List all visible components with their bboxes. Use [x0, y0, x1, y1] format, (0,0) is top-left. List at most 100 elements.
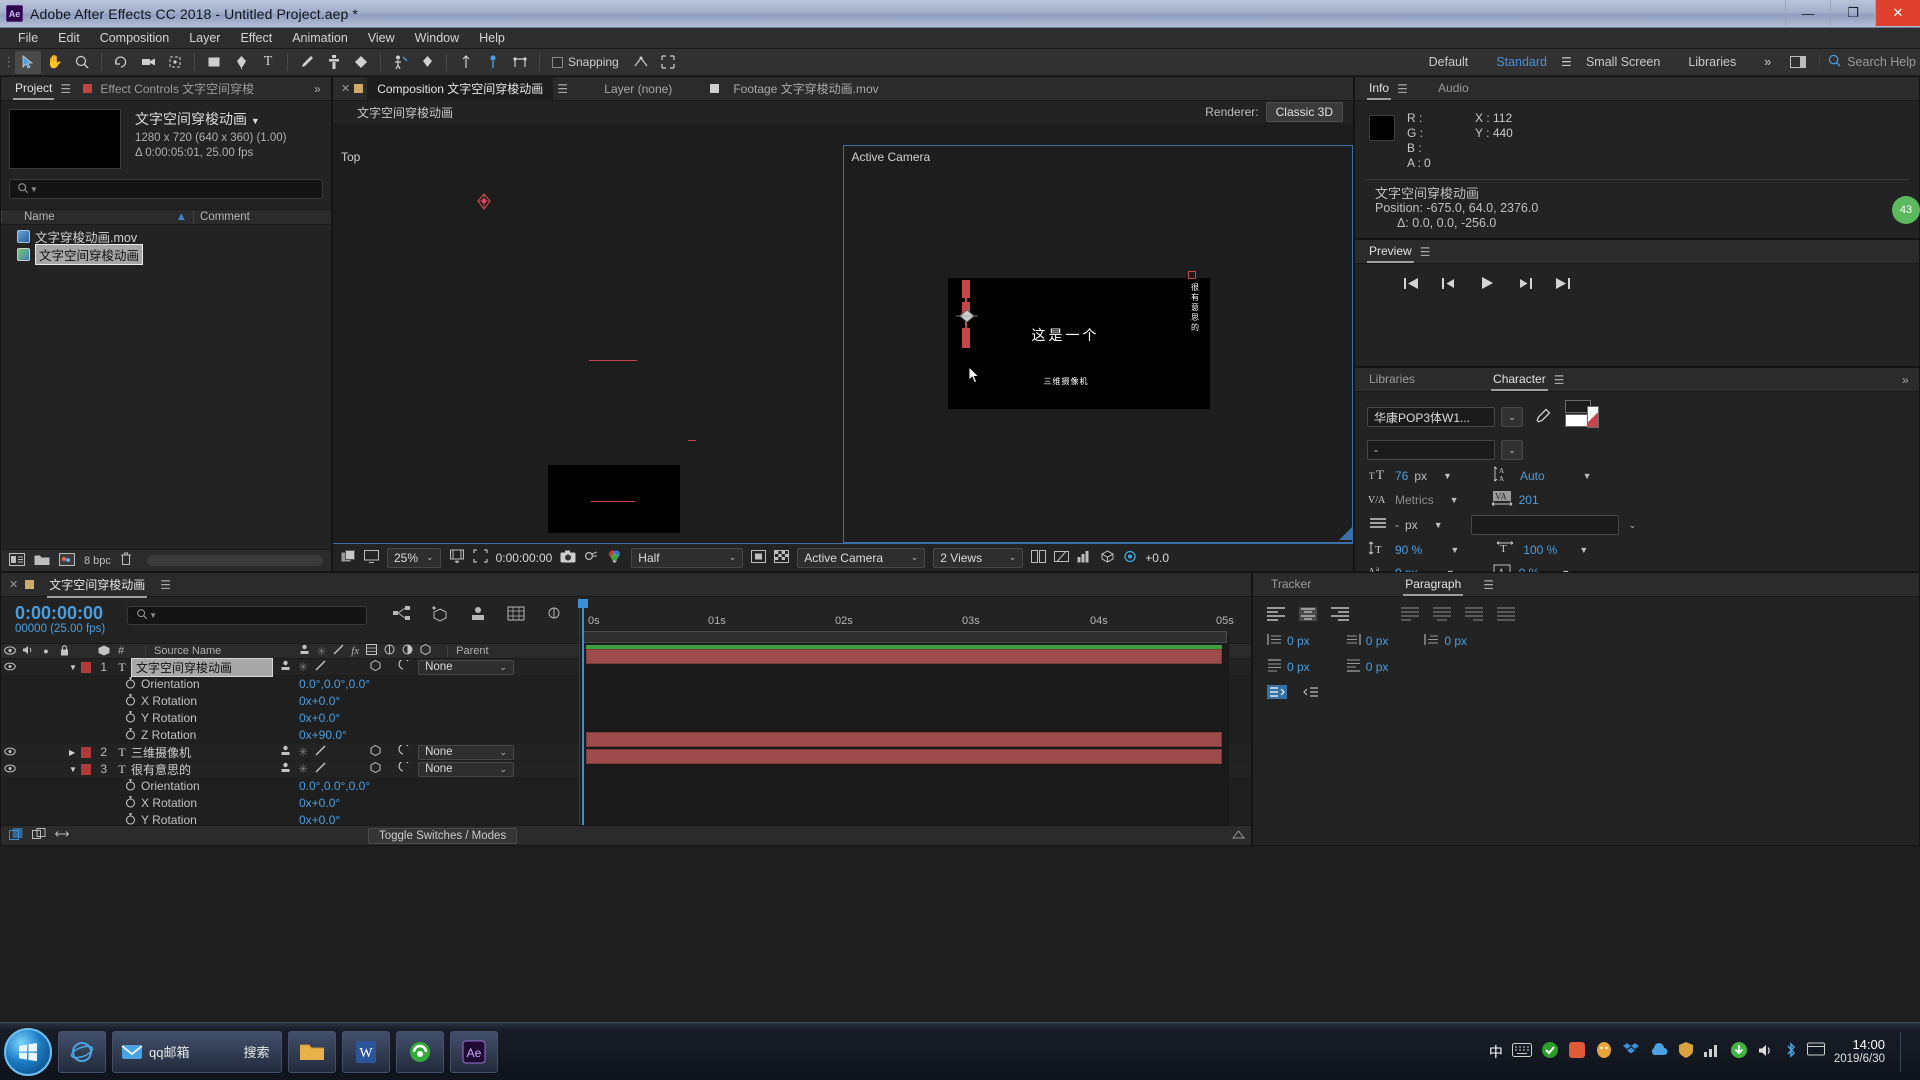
property-value[interactable]: 0.0°,0.0°,0.0° [299, 779, 370, 793]
tab-character[interactable]: Character [1485, 368, 1554, 391]
region-of-interest-icon[interactable] [472, 549, 488, 566]
quality-switch-icon[interactable] [315, 660, 326, 674]
brush-tool-icon[interactable] [294, 51, 320, 74]
last-frame-button[interactable] [1555, 277, 1571, 293]
snapping-checkbox[interactable] [552, 56, 563, 68]
hide-shy-layers-icon[interactable] [469, 606, 487, 625]
layer-visibility-toggle[interactable] [1, 764, 19, 775]
indent-first-line-control[interactable]: 0 px [1424, 633, 1467, 649]
clone-stamp-tool-icon[interactable] [321, 51, 347, 74]
column-comment[interactable]: Comment [193, 211, 331, 223]
layer-visibility-toggle[interactable] [1, 662, 19, 673]
menu-effect[interactable]: Effect [230, 29, 282, 47]
parent-select[interactable]: None ⌄ [418, 761, 515, 777]
property-value[interactable]: 0.0°,0.0°,0.0° [299, 677, 370, 691]
space-after-control[interactable]: 0 px [1346, 659, 1388, 675]
taskbar-explorer-icon[interactable] [288, 1030, 336, 1073]
show-snapshot-icon[interactable] [584, 550, 599, 566]
column-name[interactable]: Name ▲ [1, 211, 193, 223]
3d-layer-switch-icon[interactable] [370, 761, 381, 776]
layer-color-chip[interactable] [81, 763, 91, 775]
menu-edit[interactable]: Edit [48, 29, 90, 47]
resolution-select[interactable]: Half ⌄ [631, 547, 744, 568]
minimize-button[interactable]: — [1785, 0, 1830, 26]
exposure-value[interactable]: +0.0 [1145, 551, 1169, 565]
exposure-reset-icon[interactable] [1123, 550, 1137, 566]
stopwatch-icon[interactable] [125, 795, 141, 811]
stopwatch-icon[interactable] [125, 778, 141, 794]
layer-2-duration-bar[interactable] [586, 732, 1222, 747]
close-tab-icon[interactable]: ✕ [9, 578, 18, 591]
parent-pickwhip-icon[interactable] [398, 743, 410, 759]
collapse-transform-icon[interactable]: ✳ [298, 745, 308, 759]
tab-libraries[interactable]: Libraries [1361, 368, 1423, 391]
stretch-icon[interactable] [55, 828, 69, 843]
space-before-value[interactable]: 0 px [1287, 660, 1310, 674]
fill-stroke-swatches[interactable] [1565, 400, 1599, 434]
layer-color-chip[interactable] [81, 661, 91, 673]
kerning-dropdown-icon[interactable]: ▼ [1450, 495, 1459, 505]
indent-first-line-value[interactable]: 0 px [1444, 634, 1467, 648]
viewer-top[interactable]: Top [333, 145, 843, 543]
kerning-value[interactable]: Metrics [1395, 493, 1434, 507]
snap-align-icon[interactable] [628, 51, 654, 74]
tray-volume-icon[interactable] [1757, 1043, 1775, 1061]
shy-switch-icon[interactable] [280, 660, 291, 674]
layer-expand-triangle[interactable]: ▼ [69, 663, 81, 672]
parent-select[interactable]: None ⌄ [418, 659, 515, 675]
stroke-order-dropdown-icon[interactable]: ⌄ [1629, 520, 1637, 531]
quality-switch-icon[interactable] [315, 762, 326, 776]
timeline-ruler[interactable]: 0s 01s 02s 03s 04s 05s [580, 609, 1234, 631]
parent-select[interactable]: None ⌄ [418, 744, 515, 760]
layer-expand-triangle[interactable]: ▼ [69, 765, 81, 774]
3d-renderer-options-icon[interactable] [1100, 549, 1115, 566]
stopwatch-icon[interactable] [125, 693, 141, 709]
active-composition-chip[interactable]: 文字空间穿梭动画 [357, 104, 453, 121]
hand-tool-icon[interactable]: ✋ [42, 51, 68, 74]
3d-layer-switch-icon[interactable] [370, 659, 381, 674]
zoom-level-select[interactable]: 25% ⌄ [387, 547, 441, 568]
property-value[interactable]: 0x+0.0° [299, 711, 340, 725]
project-search-input[interactable]: ▼ [9, 179, 323, 199]
composition-panel-menu-icon[interactable]: ☰ [557, 82, 568, 96]
workspace-default[interactable]: Default [1415, 52, 1483, 72]
justify-last-right-icon[interactable] [1465, 607, 1483, 621]
snap-grid-icon[interactable] [655, 51, 681, 74]
stopwatch-icon[interactable] [125, 727, 141, 743]
property-value[interactable]: 0x+0.0° [299, 796, 340, 810]
delete-icon[interactable] [120, 552, 132, 569]
layer-1-duration-bar[interactable] [586, 649, 1222, 664]
grabber-handle[interactable]: ⋮ [3, 51, 16, 74]
share-view-axes-icon[interactable] [1031, 549, 1047, 566]
workspace-overflow[interactable]: » [1750, 52, 1785, 72]
tab-paragraph[interactable]: Paragraph [1397, 573, 1469, 596]
motion-blur-icon[interactable] [545, 606, 563, 625]
selection-tool-icon[interactable] [15, 50, 41, 74]
taskbar-word-icon[interactable]: W [342, 1030, 390, 1073]
transparency-grid-icon[interactable] [774, 549, 790, 566]
tray-green-icon[interactable] [1730, 1041, 1748, 1062]
tab-layer[interactable]: Layer (none) [594, 78, 682, 100]
zoom-out-icon[interactable] [1231, 829, 1246, 843]
camera-tool-icon[interactable] [135, 51, 161, 74]
align-right-icon[interactable] [1331, 607, 1349, 621]
tab-footage[interactable]: Footage 文字穿梭动画.mov [723, 76, 888, 101]
leading-value[interactable]: Auto [1520, 469, 1545, 483]
vertical-scale-value[interactable]: 90 % [1395, 543, 1422, 557]
new-comp-from-footage-icon[interactable] [59, 552, 75, 569]
zoom-tool-icon[interactable] [69, 51, 95, 74]
space-before-control[interactable]: 0 px [1267, 659, 1310, 675]
paragraph-panel-menu-icon[interactable]: ☰ [1483, 578, 1494, 592]
vertical-scale-dropdown-icon[interactable]: ▼ [1450, 545, 1459, 555]
play-button[interactable] [1479, 276, 1495, 293]
tray-notification-icon[interactable] [1806, 1042, 1825, 1061]
workspace-menu-icon[interactable]: ☰ [1561, 55, 1572, 69]
tray-keyboard-icon[interactable] [1511, 1043, 1532, 1060]
close-button[interactable]: ✕ [1875, 0, 1920, 26]
character-panel-overflow-icon[interactable]: » [1902, 373, 1913, 387]
draft-3d-icon[interactable] [431, 606, 449, 625]
menu-layer[interactable]: Layer [179, 29, 230, 47]
notification-badge[interactable]: 43 [1892, 196, 1920, 224]
tab-project[interactable]: Project [7, 77, 60, 100]
taskbar-search-label[interactable]: 搜索 [243, 1042, 269, 1061]
